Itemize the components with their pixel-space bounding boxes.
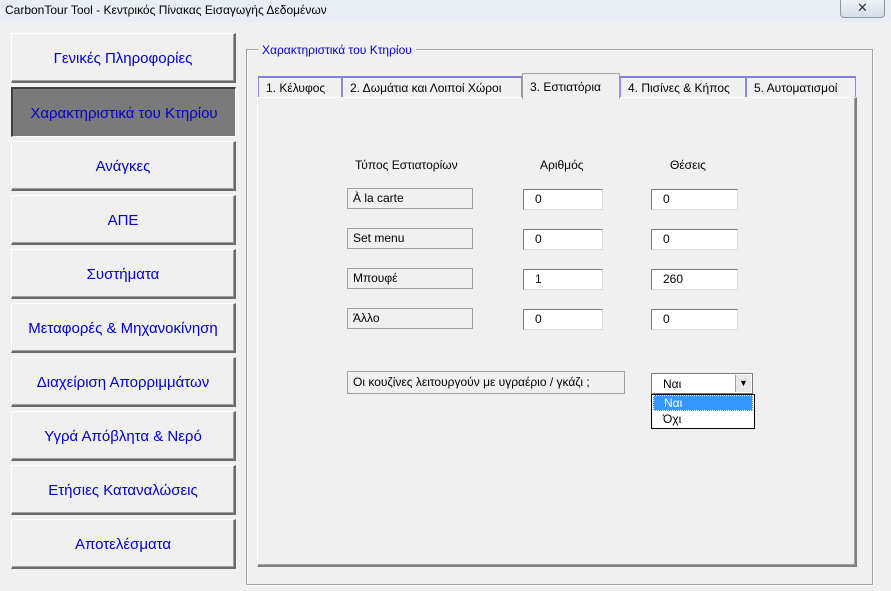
restaurant-type-label: Άλλο (347, 308, 473, 329)
nav-results-button[interactable]: Αποτελέσματα (11, 519, 236, 569)
nav-systems-button[interactable]: Συστήματα (11, 249, 236, 299)
nav-building-characteristics-button[interactable]: Χαρακτηριστικά του Κτηρίου (11, 87, 236, 137)
kitchen-gas-dropdown-list: Ναι Όχι (651, 394, 755, 429)
count-input[interactable]: 0 (523, 189, 603, 210)
tab-pools-garden[interactable]: 4. Πισίνες & Κήπος (620, 76, 746, 97)
close-icon: ✕ (857, 0, 868, 15)
window-titlebar: CarbonTour Tool - Κεντρικός Πίνακας Εισα… (0, 0, 891, 22)
window-title: CarbonTour Tool - Κεντρικός Πίνακας Εισα… (5, 3, 327, 17)
tab-automation[interactable]: 5. Αυτοματισμοί (746, 76, 856, 97)
tab-rooms[interactable]: 2. Δωμάτια και Λοιποί Χώροι (342, 76, 522, 97)
nav-waste-management-button[interactable]: Διαχείριση Απορριμμάτων (11, 357, 236, 407)
nav-renewables-button[interactable]: ΑΠΕ (11, 195, 236, 245)
nav-general-info-button[interactable]: Γενικές Πληροφορίες (11, 33, 236, 83)
kitchen-gas-question: Οι κουζίνες λειτουργούν με υγραέριο / γκ… (347, 371, 625, 394)
nav-annual-consumption-button[interactable]: Ετήσιες Καταναλώσεις (11, 465, 236, 515)
count-input[interactable]: 0 (523, 229, 603, 250)
seats-input[interactable]: 0 (651, 229, 738, 250)
restaurant-type-label: Μπουφέ (347, 268, 473, 289)
close-button[interactable]: ✕ (840, 0, 885, 18)
nav-needs-button[interactable]: Ανάγκες (11, 141, 236, 191)
seats-input[interactable]: 0 (651, 309, 738, 330)
restaurant-type-label: À la carte (347, 188, 473, 209)
restaurant-type-label: Set menu (347, 228, 473, 249)
kitchen-gas-select[interactable]: Ναι ▼ (651, 373, 753, 394)
tab-restaurants[interactable]: 3. Εστιατόρια (522, 73, 620, 99)
header-seats: Θέσεις (670, 158, 706, 172)
seats-input[interactable]: 0 (651, 189, 738, 210)
seats-input[interactable]: 260 (651, 269, 738, 290)
dropdown-arrow-icon[interactable]: ▼ (735, 375, 751, 392)
count-input[interactable]: 0 (523, 309, 603, 330)
count-input[interactable]: 1 (523, 269, 603, 290)
header-count: Αριθμός (540, 158, 584, 172)
frame-legend: Χαρακτηριστικά του Κτηρίου (258, 43, 416, 57)
nav-wastewater-water-button[interactable]: Υγρά Απόβλητα & Νερό (11, 411, 236, 461)
dropdown-option-no[interactable]: Όχι (652, 411, 754, 427)
header-restaurant-type: Τύπος Εστιατορίων (355, 158, 458, 172)
main-window-client: Γενικές Πληροφορίες Χαρακτηριστικά του Κ… (0, 22, 891, 591)
nav-transport-button[interactable]: Μεταφορές & Μηχανοκίνηση (11, 303, 236, 353)
tab-shell[interactable]: 1. Κέλυφος (258, 76, 342, 97)
dropdown-option-yes[interactable]: Ναι (653, 395, 753, 411)
kitchen-gas-selected-value: Ναι (663, 377, 682, 391)
